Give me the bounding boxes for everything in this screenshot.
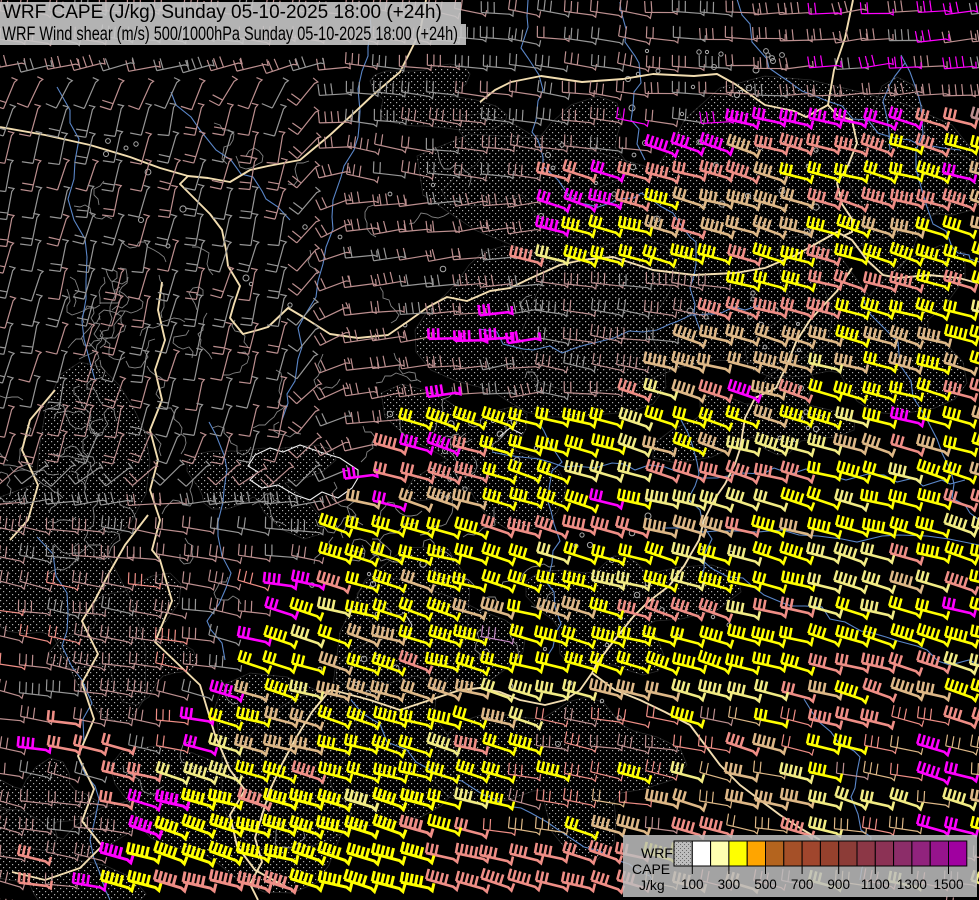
svg-text:300: 300 <box>718 877 741 892</box>
svg-text:J/kg: J/kg <box>639 877 665 893</box>
svg-text:900: 900 <box>827 877 850 892</box>
svg-text:1100: 1100 <box>861 877 890 892</box>
svg-text:1500: 1500 <box>933 877 963 892</box>
svg-text:700: 700 <box>791 877 814 892</box>
svg-text:100: 100 <box>681 877 704 892</box>
svg-text:500: 500 <box>754 877 777 892</box>
svg-text:1300: 1300 <box>897 877 927 892</box>
svg-text:WRF: WRF <box>641 845 673 861</box>
svg-text:CAPE: CAPE <box>632 861 670 877</box>
